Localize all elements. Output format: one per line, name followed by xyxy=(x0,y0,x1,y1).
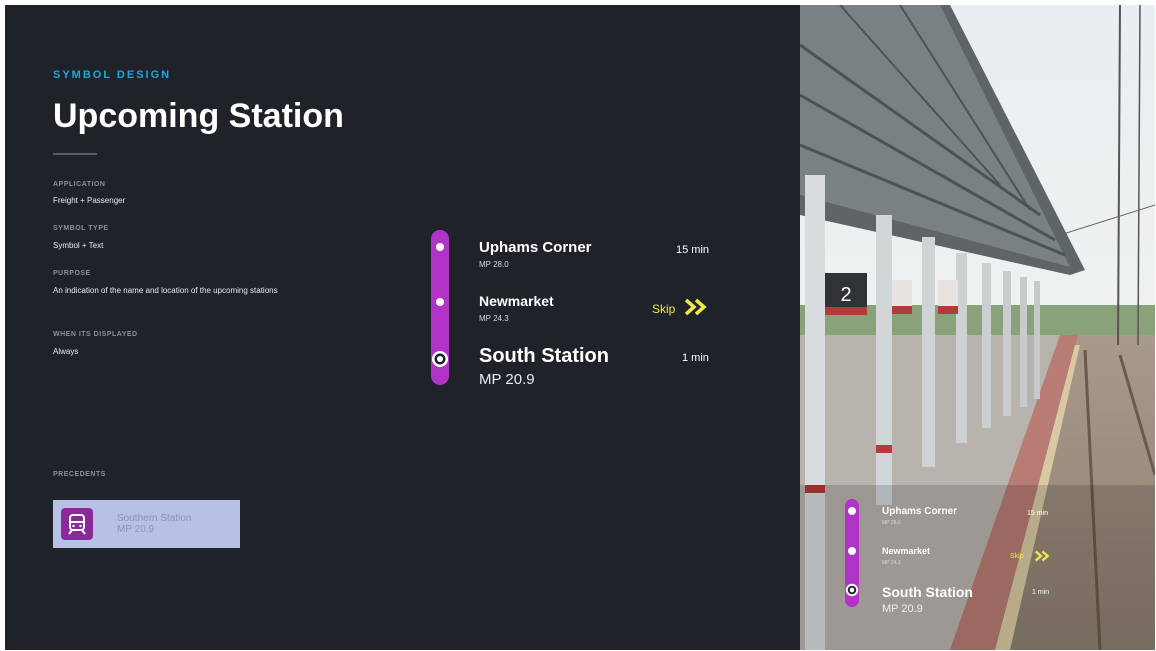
precedent-card: Southern Station MP 20.9 xyxy=(53,500,240,548)
meta-value-when-displayed: Always xyxy=(53,347,79,356)
meta-label-symbol-type: SYMBOL TYPE xyxy=(53,225,109,232)
station-eta: 15 min xyxy=(676,244,710,256)
info-panel: SYMBOL DESIGN Upcoming Station APPLICATI… xyxy=(5,5,800,650)
current-station-icon xyxy=(431,350,449,368)
meta-label-when-displayed: WHEN ITS DISPLAYED xyxy=(53,331,138,338)
station-name: Uphams Corner xyxy=(479,239,592,256)
eyebrow-label: SYMBOL DESIGN xyxy=(53,69,172,81)
platform-number: 2 xyxy=(840,284,851,306)
meta-value-purpose: An indication of the name and location o… xyxy=(53,286,278,295)
station-mp: MP 24.3 xyxy=(479,314,509,323)
mini-route-line xyxy=(845,499,859,607)
meta-value-symbol-type: Symbol + Text xyxy=(53,241,104,250)
stop-dot-icon xyxy=(848,507,856,515)
station-mp: MP 28.0 xyxy=(479,260,509,269)
meta-label-purpose: PURPOSE xyxy=(53,270,91,277)
station-eta: 1 min xyxy=(682,352,709,364)
precedent-station-name: Southern Station xyxy=(117,513,192,524)
precedent-mp: MP 20.9 xyxy=(117,524,155,535)
mini-skip-label: Skip xyxy=(1010,553,1024,560)
page-title: Upcoming Station xyxy=(53,97,344,135)
mini-station-mp: MP 28.0 xyxy=(882,520,901,526)
mini-skip-chevrons-icon xyxy=(1034,549,1052,567)
title-divider xyxy=(53,153,97,155)
skip-chevrons-icon xyxy=(684,298,710,321)
mini-station-mp: MP 24.3 xyxy=(882,560,901,566)
meta-label-application: APPLICATION xyxy=(53,181,106,188)
station-name: Newmarket xyxy=(479,293,554,309)
mini-station-mp: MP 20.9 xyxy=(882,603,923,615)
mini-station-name: Uphams Corner xyxy=(882,506,958,517)
meta-value-application: Freight + Passenger xyxy=(53,196,126,205)
mini-station-name: Newmarket xyxy=(882,546,931,556)
current-station-icon xyxy=(845,583,859,602)
mini-station-eta: 1 min xyxy=(1032,589,1050,596)
stop-dot-icon xyxy=(848,547,856,555)
train-icon xyxy=(61,508,93,540)
stop-dot-icon xyxy=(436,298,444,306)
stop-dot-icon xyxy=(436,243,444,251)
mini-station-eta: 15 min xyxy=(1027,510,1049,517)
precedent-text: Southern Station MP 20.9 xyxy=(117,513,192,535)
precedents-label: PRECEDENTS xyxy=(53,471,106,478)
skip-label: Skip xyxy=(652,302,676,316)
station-name: South Station xyxy=(479,345,609,367)
mini-station-name: South Station xyxy=(882,584,973,600)
route-line xyxy=(431,230,449,385)
station-mp: MP 20.9 xyxy=(479,371,535,388)
slide: SYMBOL DESIGN Upcoming Station APPLICATI… xyxy=(5,5,1155,650)
